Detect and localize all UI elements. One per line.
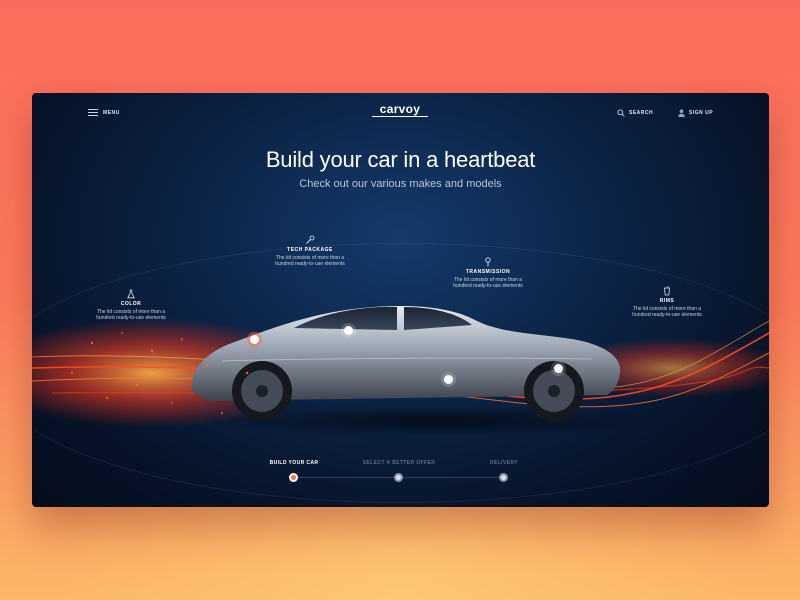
flask-icon: [127, 289, 135, 299]
rims-hotspot[interactable]: [554, 364, 563, 373]
page-subtitle: Check out our various makes and models: [299, 178, 502, 190]
feature-description: The kit consists of more than a hundred …: [96, 309, 166, 321]
app-window: MENU carvoy SEARCH SIGN UP Build your ca…: [32, 93, 769, 507]
menu-label: MENU: [103, 109, 120, 116]
feature-title: RIMS: [659, 298, 675, 304]
feature-rims: RIMS The kit consists of more than a hun…: [627, 286, 707, 318]
feature-description: The kit consists of more than a hundred …: [453, 277, 523, 289]
feature-description: The kit consists of more than a hundred …: [275, 255, 345, 267]
cup-icon: [664, 286, 670, 296]
search-icon: [617, 109, 625, 117]
menu-button[interactable]: MENU: [88, 109, 120, 116]
wrench-icon: [306, 235, 315, 244]
step-delivery-label[interactable]: DELIVERY: [454, 460, 554, 466]
step-build-your-car-dot[interactable]: [289, 473, 298, 482]
sign-up-button[interactable]: SIGN UP: [678, 109, 713, 117]
color-hotspot[interactable]: [250, 335, 259, 344]
tech-package-hotspot[interactable]: [344, 326, 353, 335]
page-title: Build your car in a heartbeat: [265, 147, 536, 172]
feature-transmission: TRANSMISSION The kit consists of more th…: [448, 257, 528, 289]
feature-title: COLOR: [120, 301, 142, 307]
feature-title: TRANSMISSION: [465, 269, 511, 275]
step-build-your-car-label[interactable]: BUILD YOUR CAR: [244, 460, 344, 466]
step-select-offer-label[interactable]: SELECT A BETTER OFFER: [349, 460, 449, 466]
hamburger-icon: [88, 109, 98, 116]
feature-color: COLOR The kit consists of more than a hu…: [91, 289, 171, 321]
feature-description: The kit consists of more than a hundred …: [632, 306, 702, 318]
search-button[interactable]: SEARCH: [617, 109, 653, 117]
sign-up-label: SIGN UP: [689, 110, 714, 116]
rear-wheel: [232, 361, 292, 421]
logo[interactable]: carvoy: [372, 103, 428, 117]
feature-title: TECH PACKAGE: [287, 247, 333, 253]
user-icon: [678, 109, 685, 117]
step-delivery-dot[interactable]: [499, 473, 508, 482]
transmission-hotspot[interactable]: [444, 375, 453, 384]
gear-knob-icon: [485, 257, 491, 267]
step-select-offer-dot[interactable]: [394, 473, 403, 482]
feature-tech-package: TECH PACKAGE The kit consists of more th…: [270, 235, 350, 267]
search-label: SEARCH: [629, 110, 654, 116]
